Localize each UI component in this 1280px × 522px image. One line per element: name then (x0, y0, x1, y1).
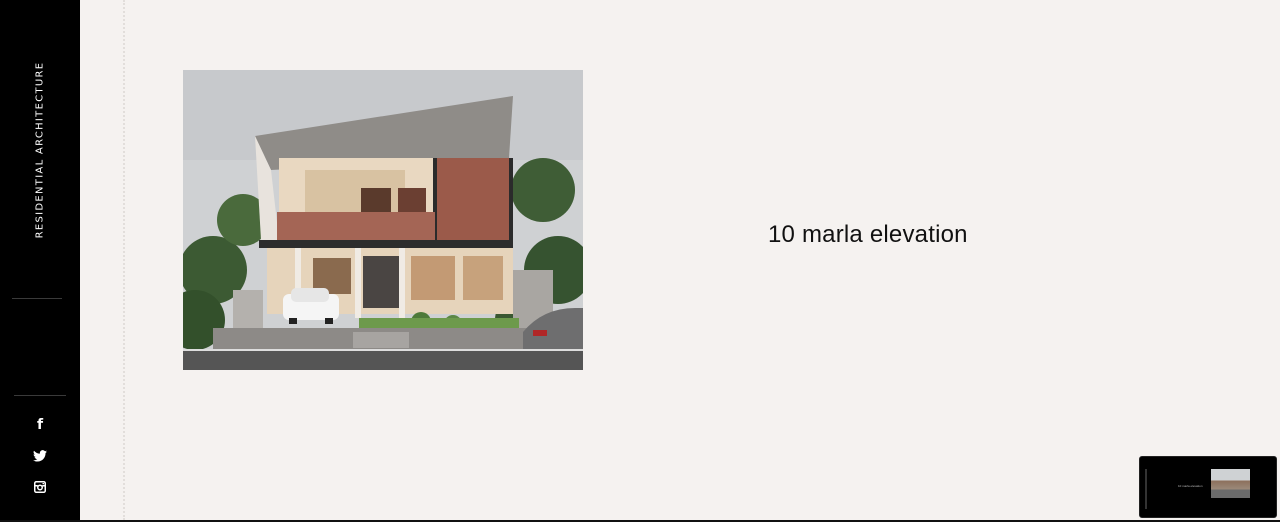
brand-title[interactable]: RESIDENTIAL ARCHITECTURE (35, 62, 46, 239)
preview-image (1211, 469, 1250, 498)
house-elevation-image[interactable] (183, 70, 583, 370)
main-content: 10 marla elevation (80, 0, 1280, 520)
sidebar: RESIDENTIAL ARCHITECTURE f (0, 0, 80, 522)
preview-caption: 10 marla elevation (1178, 484, 1203, 488)
preview-scrollbar (1145, 469, 1147, 509)
instagram-icon[interactable] (30, 477, 50, 497)
project-caption: 10 marla elevation (768, 221, 968, 248)
sidebar-divider (12, 298, 62, 299)
facebook-icon[interactable]: f (30, 415, 50, 435)
twitter-icon[interactable] (30, 446, 50, 466)
guide-line (123, 0, 125, 520)
preview-thumbnail-widget[interactable]: 10 marla elevation (1139, 456, 1277, 518)
sidebar-divider (14, 395, 66, 396)
